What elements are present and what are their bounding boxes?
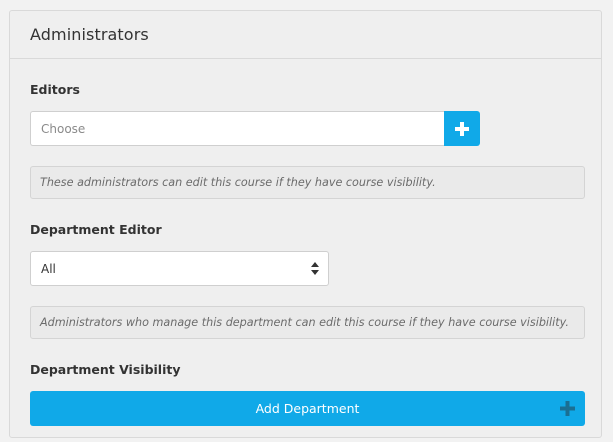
department-editor-selected-value: All: [41, 261, 56, 276]
add-department-label: Add Department: [255, 401, 360, 416]
editors-help-text: These administrators can edit this cours…: [30, 166, 585, 199]
editors-label: Editors: [30, 82, 80, 97]
panel-title: Administrators: [30, 25, 149, 44]
administrators-panel: Administrators Editors These administrat…: [9, 10, 602, 438]
editors-chooser-row: [30, 111, 480, 146]
add-editor-button[interactable]: [444, 111, 480, 146]
editors-search-input[interactable]: [30, 111, 444, 146]
add-department-button[interactable]: Add Department: [30, 391, 585, 426]
plus-icon: [455, 121, 469, 136]
up-down-arrows-icon: [311, 262, 319, 275]
department-visibility-label: Department Visibility: [30, 362, 181, 377]
department-editor-label: Department Editor: [30, 222, 162, 237]
department-editor-help-text: Administrators who manage this departmen…: [30, 306, 585, 339]
department-editor-select[interactable]: All: [30, 251, 329, 286]
plus-icon: [560, 401, 575, 416]
panel-header: Administrators: [10, 11, 601, 59]
